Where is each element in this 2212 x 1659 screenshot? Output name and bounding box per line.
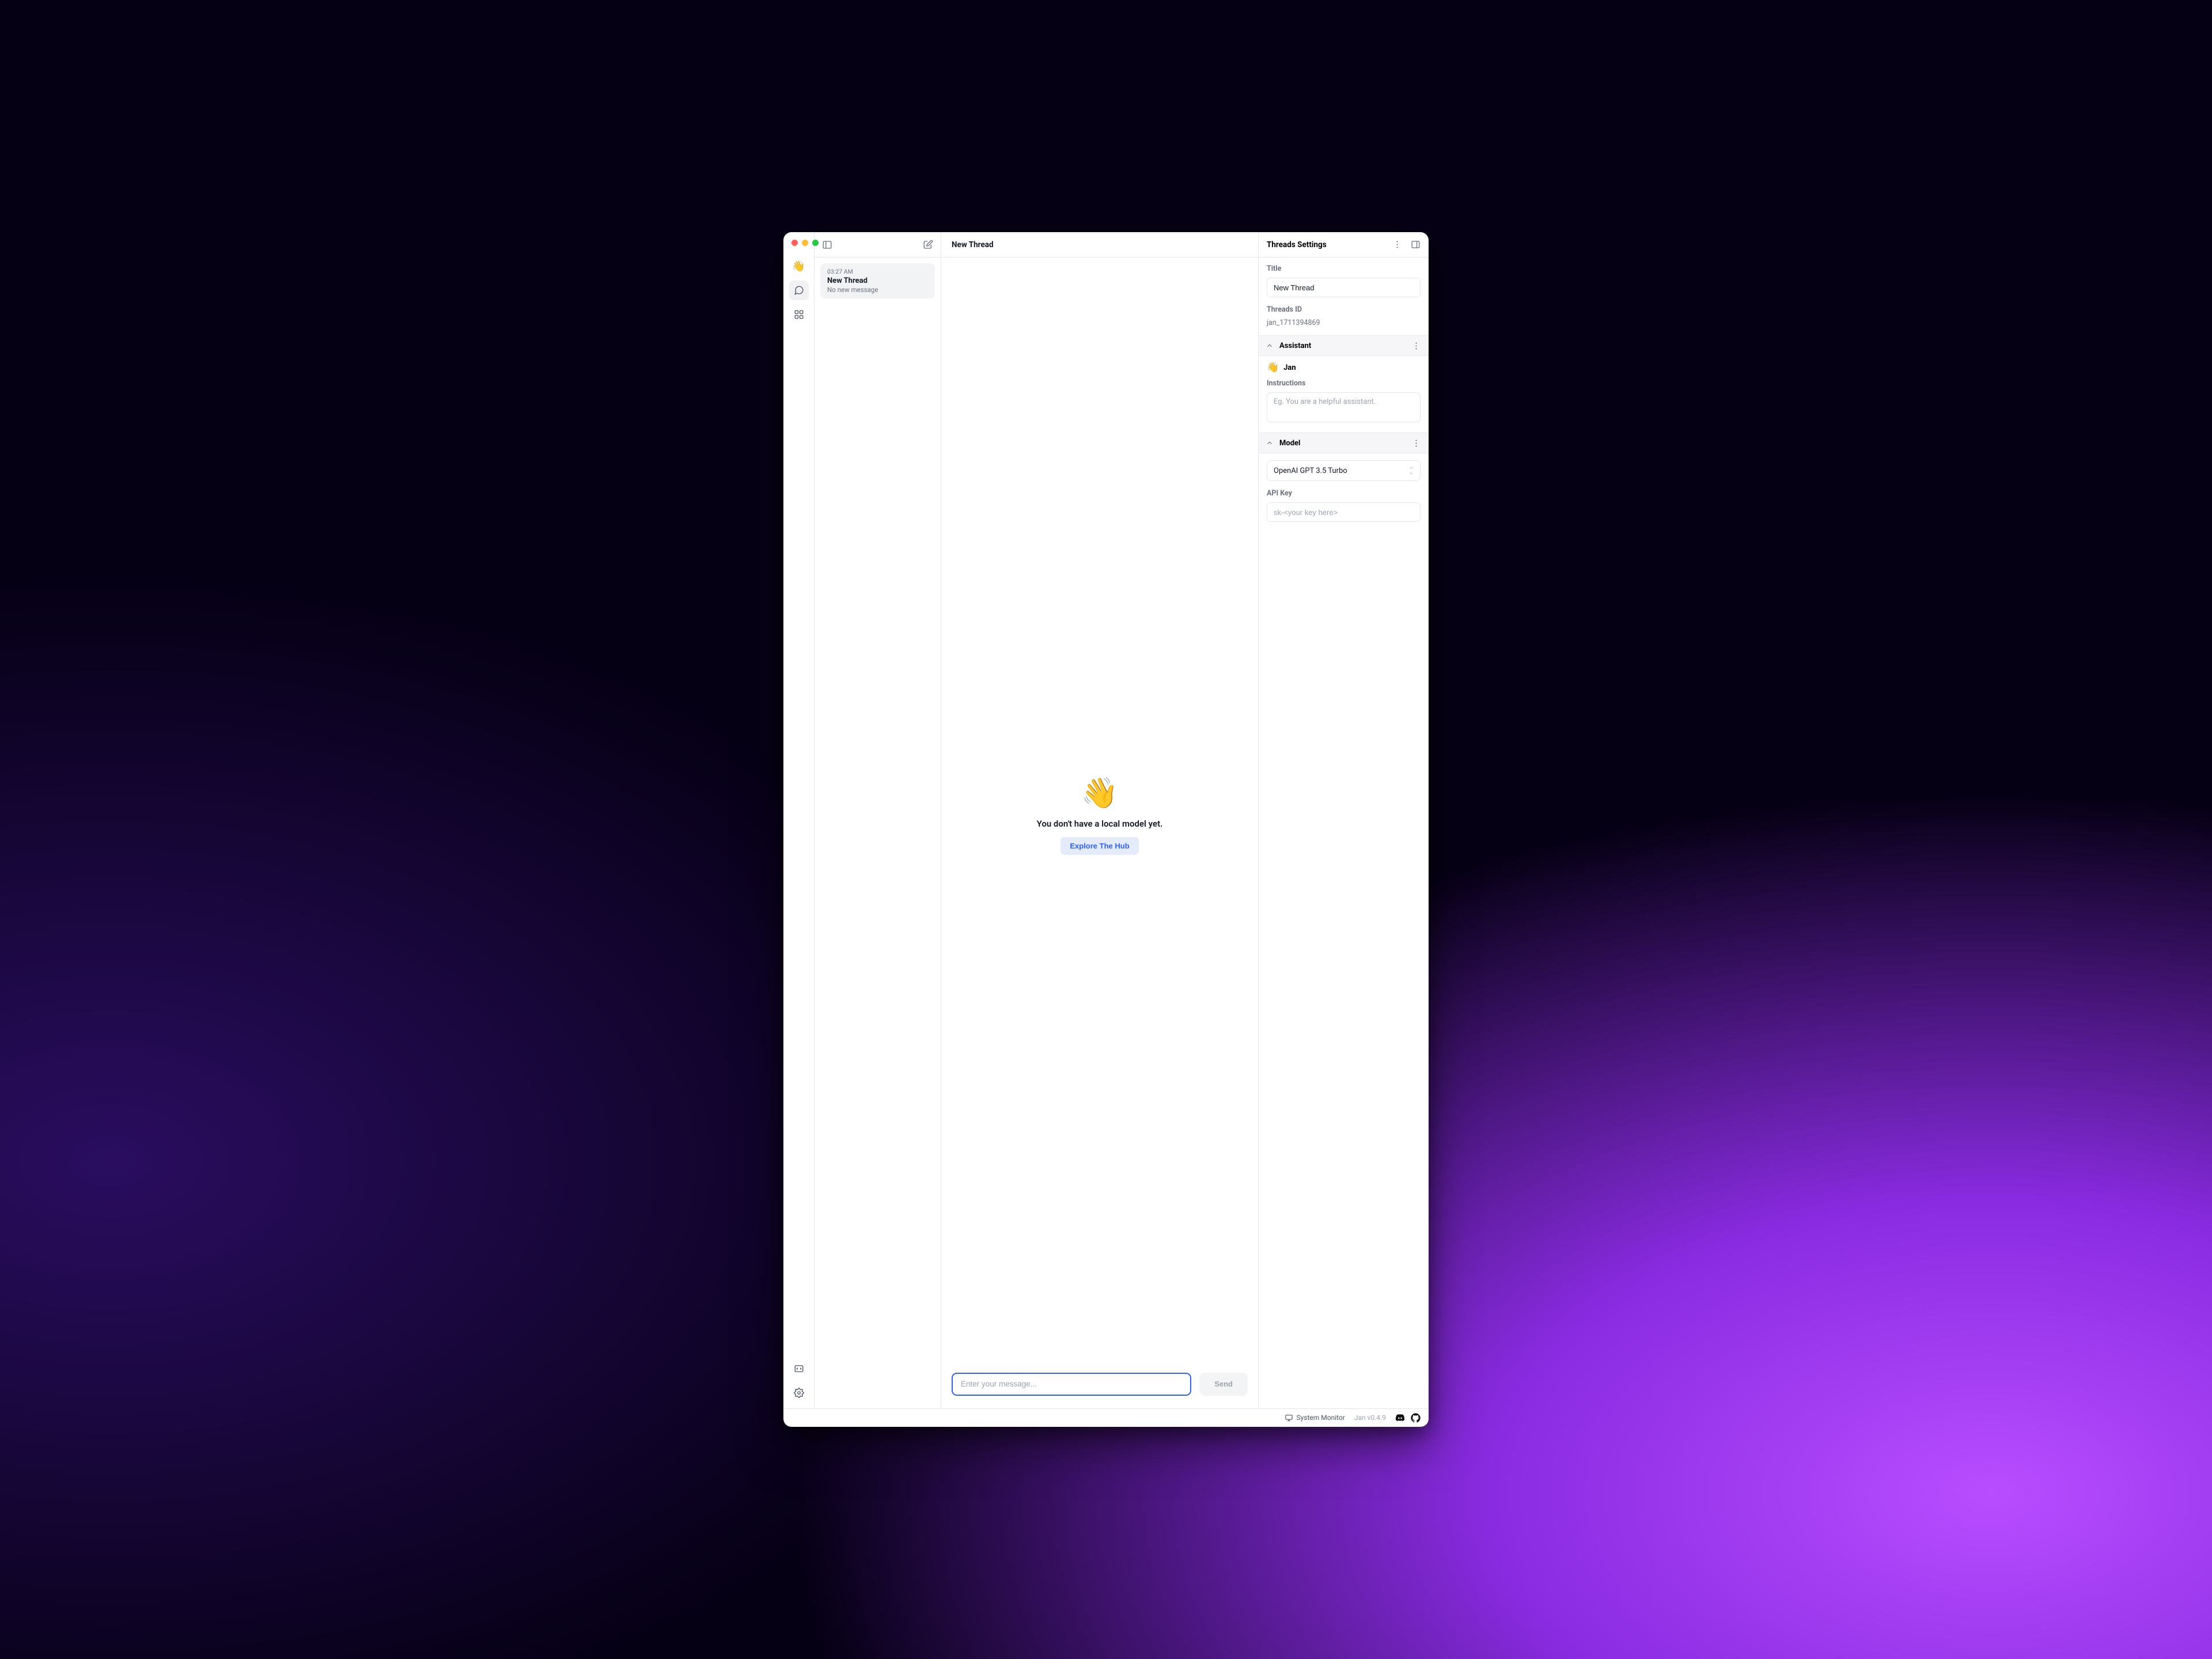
icon-sidebar-bottom	[789, 1359, 809, 1408]
title-label: Title	[1267, 264, 1421, 273]
composer: Send	[941, 1373, 1258, 1408]
window-body: 👋	[783, 232, 1429, 1408]
sidebar-item-dev[interactable]	[789, 1359, 809, 1378]
threadid-label: Threads ID	[1267, 305, 1421, 314]
status-bar: System Monitor Jan v0.4.9	[783, 1408, 1429, 1427]
github-icon	[1411, 1413, 1421, 1423]
thread-subtitle: No new message	[827, 286, 928, 294]
thread-title: New Thread	[827, 276, 928, 285]
grid-icon	[794, 309, 804, 320]
model-accordion[interactable]: Model	[1259, 433, 1429, 453]
explore-hub-button[interactable]: Explore The Hub	[1060, 837, 1138, 855]
compose-icon	[923, 240, 933, 250]
new-thread-button[interactable]	[922, 239, 934, 251]
system-monitor-button[interactable]: System Monitor	[1285, 1414, 1345, 1422]
chevron-up-icon	[1266, 342, 1274, 350]
sidebar-item-chat[interactable]	[789, 281, 809, 300]
threads-header	[815, 232, 941, 257]
system-monitor-label: System Monitor	[1297, 1414, 1345, 1422]
close-window-button[interactable]	[791, 240, 798, 246]
empty-state-text: You don't have a local model yet.	[1037, 819, 1163, 829]
settings-header: Threads Settings	[1259, 232, 1429, 257]
discord-icon	[1395, 1413, 1405, 1423]
gear-icon	[794, 1388, 804, 1398]
main-header: New Thread	[941, 232, 1258, 257]
fullscreen-window-button[interactable]	[812, 240, 819, 246]
send-button[interactable]: Send	[1199, 1373, 1248, 1396]
apikey-label: API Key	[1267, 489, 1421, 498]
message-input[interactable]	[952, 1373, 1191, 1396]
apikey-section: API Key	[1259, 489, 1429, 530]
more-vertical-icon	[1392, 240, 1402, 249]
settings-more-button[interactable]	[1391, 240, 1403, 249]
settings-header-title: Threads Settings	[1267, 240, 1327, 249]
model-selector[interactable]: OpenAI GPT 3.5 Turbo	[1267, 460, 1421, 481]
wave-icon: 👋	[792, 260, 805, 272]
threadid-value: jan_1711394869	[1267, 319, 1421, 327]
title-input[interactable]	[1267, 278, 1421, 297]
chevron-updown-icon	[1408, 465, 1414, 476]
sidebar-item-settings[interactable]	[789, 1383, 809, 1403]
traffic-lights	[791, 240, 819, 246]
more-vertical-icon	[1411, 438, 1421, 448]
model-selected: OpenAI GPT 3.5 Turbo	[1274, 467, 1347, 475]
version-label: Jan v0.4.9	[1354, 1414, 1386, 1422]
icon-sidebar-top: 👋	[789, 256, 809, 324]
chevron-up-icon	[1266, 439, 1274, 447]
sidebar-item-hub[interactable]	[789, 305, 809, 324]
panel-right-icon	[1411, 240, 1421, 249]
apikey-input[interactable]	[1267, 502, 1421, 522]
app-window: 👋	[783, 232, 1429, 1427]
settings-threadid-section: Threads ID jan_1711394869	[1259, 305, 1429, 335]
instructions-textarea[interactable]	[1267, 392, 1421, 422]
social-links	[1395, 1413, 1421, 1423]
collapse-right-button[interactable]	[1411, 240, 1421, 249]
wave-icon: 👋	[1267, 362, 1279, 373]
model-heading: Model	[1279, 439, 1301, 448]
main-title: New Thread	[952, 240, 994, 249]
minimize-window-button[interactable]	[802, 240, 808, 246]
icon-sidebar: 👋	[783, 232, 815, 1408]
assistant-heading: Assistant	[1279, 342, 1311, 350]
threads-column: 03:27 AM New Thread No new message	[815, 232, 941, 1408]
threads-list: 03:27 AM New Thread No new message	[815, 257, 941, 304]
instructions-label: Instructions	[1267, 379, 1421, 388]
more-vertical-icon	[1411, 341, 1421, 351]
model-section: OpenAI GPT 3.5 Turbo	[1259, 453, 1429, 489]
discord-link[interactable]	[1395, 1413, 1405, 1423]
chat-icon	[794, 285, 804, 296]
collapse-left-button[interactable]	[821, 239, 833, 251]
panel-left-icon	[822, 240, 832, 250]
assistant-accordion[interactable]: Assistant	[1259, 335, 1429, 356]
wave-emoji-large: 👋	[1081, 775, 1119, 810]
assistant-row: 👋 Jan	[1259, 356, 1429, 376]
settings-title-section: Title	[1259, 257, 1429, 305]
main-body: 👋 You don't have a local model yet. Expl…	[941, 257, 1258, 1373]
code-icon	[794, 1363, 804, 1374]
main-column: New Thread 👋 You don't have a local mode…	[941, 232, 1258, 1408]
settings-column: Threads Settings Title Threads ID jan_17…	[1258, 232, 1429, 1408]
model-more-button[interactable]	[1410, 438, 1422, 448]
instructions-section: Instructions	[1259, 376, 1429, 433]
assistant-more-button[interactable]	[1410, 341, 1422, 351]
thread-time: 03:27 AM	[827, 268, 928, 275]
thread-item[interactable]: 03:27 AM New Thread No new message	[820, 263, 935, 298]
github-link[interactable]	[1411, 1413, 1421, 1423]
assistant-name: Jan	[1283, 363, 1296, 372]
monitor-icon	[1285, 1414, 1293, 1422]
sidebar-item-assistant[interactable]: 👋	[789, 256, 809, 276]
